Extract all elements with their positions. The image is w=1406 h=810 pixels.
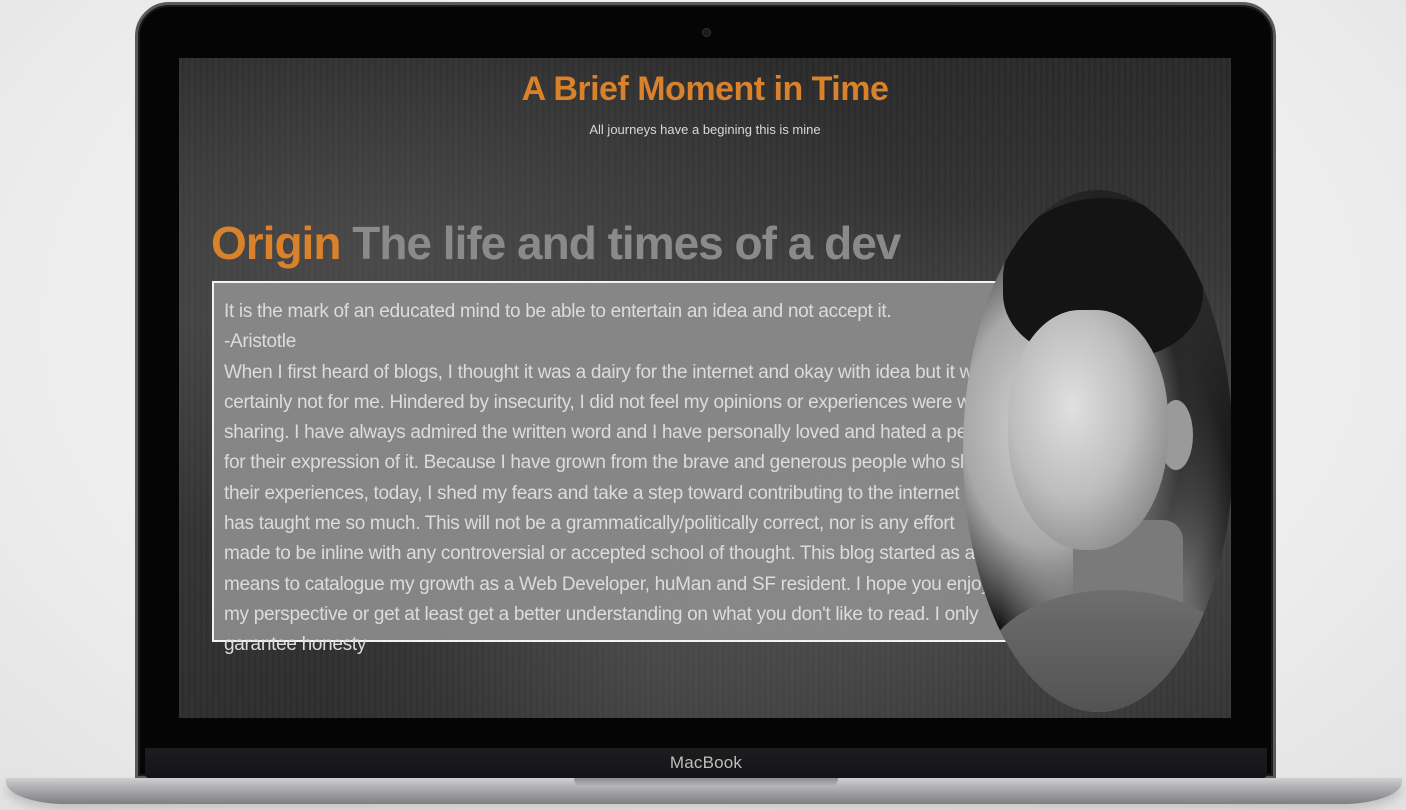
camera-icon (702, 28, 711, 37)
laptop-chin: MacBook (145, 748, 1267, 778)
section-heading: Origin The life and times of a dev (211, 216, 901, 270)
site-title[interactable]: A Brief Moment in Time (179, 70, 1231, 109)
heading-accent: Origin (211, 217, 341, 269)
quote-text: It is the mark of an educated mind to be… (224, 301, 892, 322)
heading-rest: The life and times of a dev (352, 217, 901, 269)
article-body: When I first heard of blogs, I thought i… (224, 361, 1003, 656)
article-box: It is the mark of an educated mind to be… (212, 281, 1016, 655)
photo-shirt (983, 590, 1231, 712)
laptop-notch (574, 778, 838, 787)
quote-author: -Aristotle (224, 331, 296, 353)
screenshot-stage: A Brief Moment in Time All journeys have… (0, 0, 1406, 810)
device-label: MacBook (669, 753, 743, 772)
site-subtitle: All journeys have a begining this is min… (589, 122, 821, 137)
laptop-screen: A Brief Moment in Time All journeys have… (179, 58, 1231, 718)
photo-face (1008, 310, 1168, 550)
profile-photo (963, 190, 1231, 712)
